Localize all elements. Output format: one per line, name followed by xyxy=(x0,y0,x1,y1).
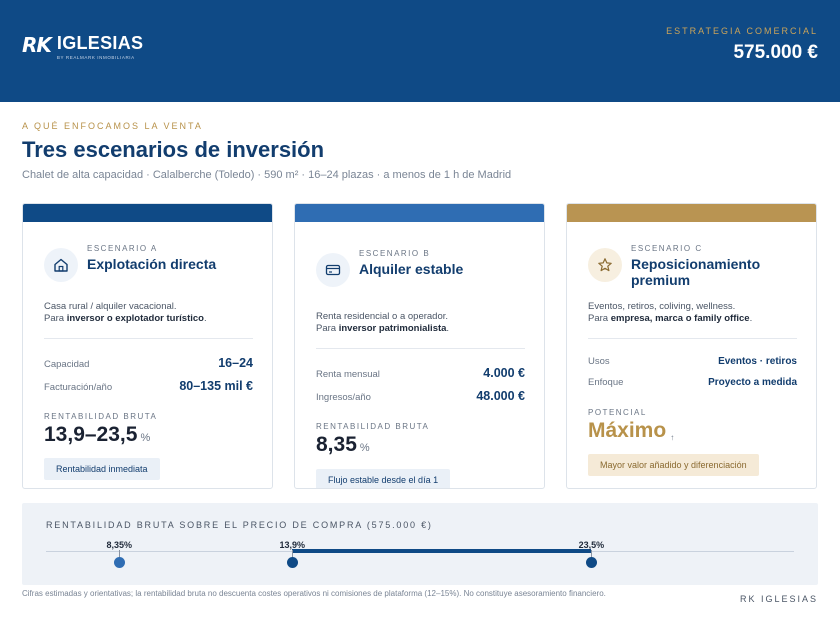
metric-label: POTENCIAL xyxy=(588,408,647,417)
footnote: Cifras estimadas y orientativas; la rent… xyxy=(22,589,606,598)
scenario-name: Alquiler estable xyxy=(359,261,464,277)
scenario-description: Casa rural / alquiler vacacional. Para i… xyxy=(44,301,254,325)
header-price: 575.000 € xyxy=(733,42,818,63)
description-line: Eventos, retiros, coliving, wellness. xyxy=(588,301,736,312)
scenario-tag: ESCENARIO C xyxy=(631,244,703,253)
stat-label: Usos xyxy=(588,356,610,367)
scenario-description: Renta residencial o a operador. Para inv… xyxy=(316,311,526,335)
description-line: Renta residencial o a operador. xyxy=(316,311,449,322)
metric-value: 13,9–23,5% xyxy=(44,423,150,447)
yield-range-panel: RENTABILIDAD BRUTA SOBRE EL PRECIO DE CO… xyxy=(22,503,818,585)
description-prefix: Para xyxy=(316,323,339,334)
stat-value: Proyecto a medida xyxy=(708,377,797,388)
scenario-card-c: ESCENARIO C Reposicionamiento premium Ev… xyxy=(566,203,817,489)
header-label: ESTRATEGIA COMERCIAL xyxy=(666,26,818,36)
range-label: RENTABILIDAD BRUTA SOBRE EL PRECIO DE CO… xyxy=(46,520,433,530)
scenario-name: Explotación directa xyxy=(87,256,217,272)
metric-number: 13,9–23,5 xyxy=(44,423,138,446)
stat-value: 16–24 xyxy=(218,356,253,370)
description-suffix: . xyxy=(203,313,207,324)
stat-label: Capacidad xyxy=(44,359,90,370)
point-dot xyxy=(114,557,126,568)
metric-number: Máximo xyxy=(588,419,667,442)
scenario-name: Reposicionamiento premium xyxy=(631,256,761,288)
point-dot xyxy=(586,557,598,568)
metric-value: Máximo ↑ xyxy=(588,419,674,443)
logo[interactable]: RK IGLESIAS BY REALMARK INMOBILIARIA xyxy=(22,33,143,60)
metric-label: RENTABILIDAD BRUTA xyxy=(316,422,430,431)
description-line: Casa rural / alquiler vacacional. xyxy=(44,301,177,312)
page-title: Tres escenarios de inversión xyxy=(22,137,325,162)
metric-value: 8,35% xyxy=(316,433,370,457)
scenario-pill: Mayor valor añadido y diferenciación xyxy=(588,454,759,476)
stat-row: Facturación/año 80–135 mil € xyxy=(44,379,253,393)
description-prefix: Para xyxy=(44,313,67,324)
stat-label: Facturación/año xyxy=(44,382,113,393)
stat-row: Usos Eventos · retiros xyxy=(588,356,797,367)
description-audience: empresa, marca o family office xyxy=(610,313,750,324)
scenario-card-a: ESCENARIO A Explotación directa Casa rur… xyxy=(22,203,273,489)
scenario-tag: ESCENARIO A xyxy=(87,244,158,253)
description-audience: inversor patrimonialista xyxy=(338,323,447,334)
card-top-bar xyxy=(23,204,272,222)
stat-value: 80–135 mil € xyxy=(179,379,253,393)
description-suffix: . xyxy=(749,313,753,324)
point-label: 23,5% xyxy=(578,540,605,550)
point-dot xyxy=(287,557,299,568)
logo-name: IGLESIAS xyxy=(56,33,144,53)
card-icon xyxy=(316,253,350,287)
scenario-card-b: ESCENARIO B Alquiler estable Renta resid… xyxy=(294,203,545,489)
header-price-block: ESTRATEGIA COMERCIAL 575.000 € xyxy=(666,26,818,64)
divider xyxy=(316,348,525,349)
stat-row: Renta mensual 4.000 € xyxy=(316,366,525,380)
point-label: 13,9% xyxy=(279,540,305,550)
card-top-bar xyxy=(567,204,816,222)
metric-unit: % xyxy=(140,432,151,444)
description-suffix: . xyxy=(446,323,450,334)
card-top-bar xyxy=(295,204,544,222)
range-fill xyxy=(292,549,592,553)
stat-value: 4.000 € xyxy=(483,366,525,380)
house-icon xyxy=(44,248,78,282)
metric-label: RENTABILIDAD BRUTA xyxy=(44,412,158,421)
scenario-pill: Flujo estable desde el día 1 xyxy=(316,469,451,488)
stat-label: Enfoque xyxy=(588,377,624,388)
description-prefix: Para xyxy=(588,313,611,324)
stat-label: Ingresos/año xyxy=(316,392,371,403)
page-subtitle: Chalet de alta capacidad · Calalberche (… xyxy=(22,169,512,181)
stat-label: Renta mensual xyxy=(316,369,380,380)
footer-brand: RK IGLESIAS xyxy=(739,594,818,604)
stat-value: 48.000 € xyxy=(476,389,525,403)
stat-row: Enfoque Proyecto a medida xyxy=(588,377,797,388)
logo-subtitle: BY REALMARK INMOBILIARIA xyxy=(56,55,135,60)
star-icon xyxy=(588,248,622,282)
description-audience: inversor o explotador turístico xyxy=(66,313,204,324)
up-arrow-icon: ↑ xyxy=(670,433,675,442)
stat-row: Ingresos/año 48.000 € xyxy=(316,389,525,403)
metric-number: 8,35 xyxy=(316,433,357,456)
logo-mark: RK xyxy=(22,33,52,57)
metric-unit: % xyxy=(359,442,370,454)
scenario-pill: Rentabilidad inmediata xyxy=(44,458,160,480)
header: RK IGLESIAS BY REALMARK INMOBILIARIA EST… xyxy=(0,0,840,102)
point-label: 8,35% xyxy=(106,540,132,550)
divider xyxy=(588,338,797,339)
scenario-tag: ESCENARIO B xyxy=(359,249,431,258)
stat-row: Capacidad 16–24 xyxy=(44,356,253,370)
divider xyxy=(44,338,253,339)
stat-value: Eventos · retiros xyxy=(718,356,797,367)
section-kicker: A QUÉ ENFOCAMOS LA VENTA xyxy=(22,121,203,131)
scenario-description: Eventos, retiros, coliving, wellness. Pa… xyxy=(588,301,798,325)
